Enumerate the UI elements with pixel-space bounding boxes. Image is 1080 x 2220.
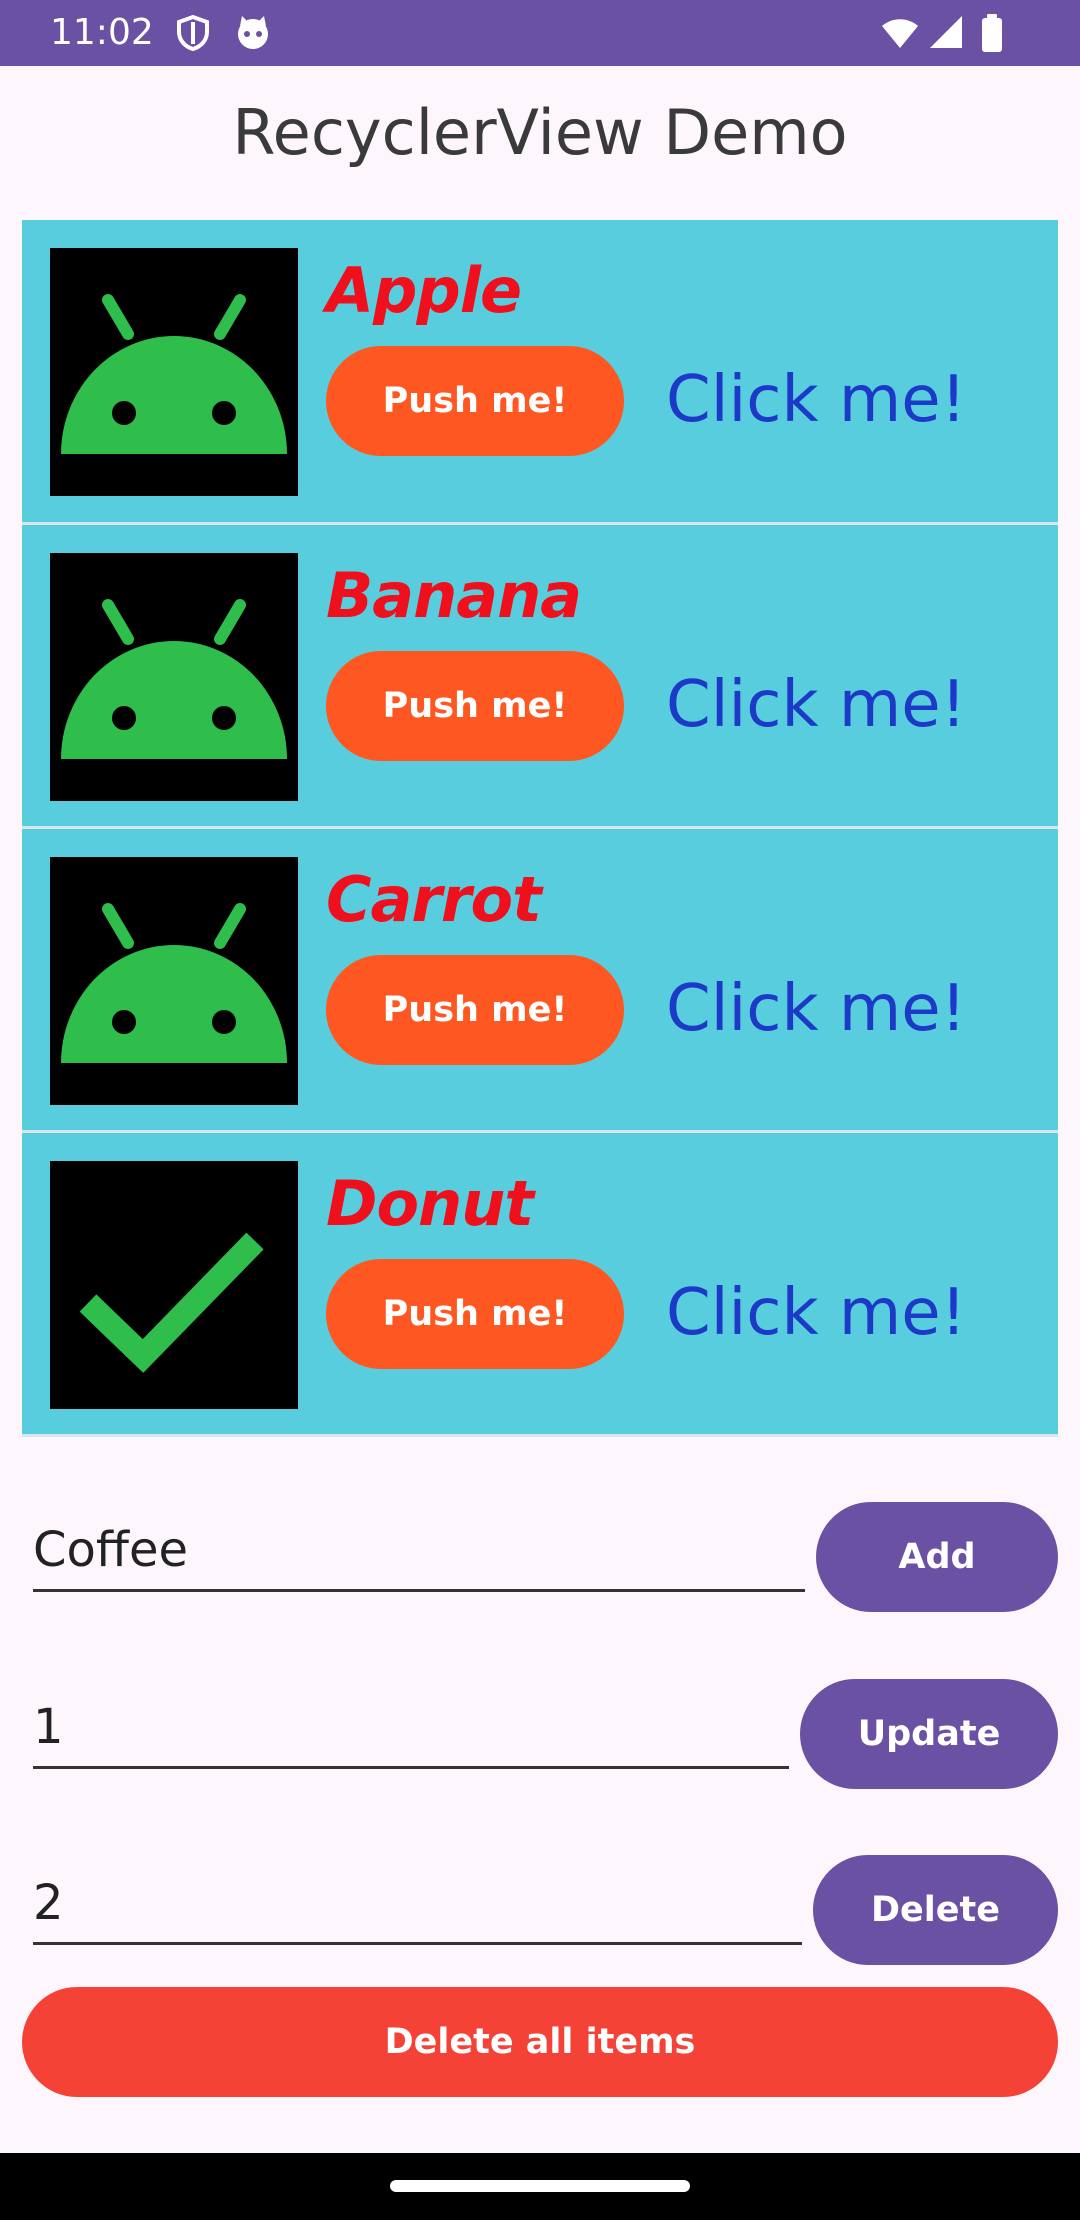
shield-icon [177, 14, 209, 52]
item-name: Banana [326, 559, 582, 632]
item-name-field[interactable] [33, 1512, 805, 1592]
push-me-button[interactable]: Push me! [326, 651, 624, 761]
click-me-link[interactable]: Click me! [666, 1263, 966, 1363]
delete-position-field[interactable] [33, 1865, 802, 1945]
wifi-icon [882, 19, 918, 48]
item-thumbnail [50, 553, 298, 801]
delete-all-button[interactable]: Delete all items [22, 1987, 1058, 2097]
recycler-list[interactable]: Apple Push me! Click me! Banana Push me!… [22, 220, 1058, 1437]
battery-icon [982, 14, 1002, 52]
android-icon [61, 599, 287, 759]
add-button[interactable]: Add [816, 1502, 1058, 1612]
item-name-input[interactable] [33, 1522, 805, 1578]
list-item[interactable]: Apple Push me! Click me! [22, 220, 1058, 525]
click-me-link[interactable]: Click me! [666, 350, 966, 450]
click-me-link[interactable]: Click me! [666, 959, 966, 1059]
push-me-button[interactable]: Push me! [326, 955, 624, 1065]
status-bar: 11:02 [0, 0, 1080, 66]
status-time: 11:02 [50, 12, 154, 53]
update-position-input[interactable] [33, 1699, 789, 1755]
signal-icon [930, 16, 962, 48]
push-me-button[interactable]: Push me! [326, 346, 624, 456]
list-item[interactable]: Banana Push me! Click me! [22, 525, 1058, 829]
item-name: Donut [326, 1167, 534, 1240]
item-thumbnail [50, 248, 298, 496]
item-name: Apple [326, 254, 522, 327]
item-name: Carrot [326, 863, 542, 936]
page-title: RecyclerView Demo [232, 96, 848, 169]
item-thumbnail [50, 1161, 298, 1409]
delete-position-input[interactable] [33, 1875, 802, 1931]
android-icon [61, 294, 287, 454]
item-thumbnail [50, 857, 298, 1105]
delete-button[interactable]: Delete [813, 1855, 1058, 1965]
list-item[interactable]: Carrot Push me! Click me! [22, 829, 1058, 1133]
click-me-link[interactable]: Click me! [666, 655, 966, 755]
list-item[interactable]: Donut Push me! Click me! [22, 1133, 1058, 1437]
update-position-field[interactable] [33, 1689, 789, 1769]
push-me-button[interactable]: Push me! [326, 1259, 624, 1369]
cat-face-icon [238, 16, 268, 49]
android-icon [61, 903, 287, 1063]
navigation-bar [0, 2153, 1080, 2220]
update-button[interactable]: Update [800, 1679, 1058, 1789]
home-gesture-handle[interactable] [390, 2180, 690, 2192]
checkmark-icon [79, 1232, 264, 1373]
